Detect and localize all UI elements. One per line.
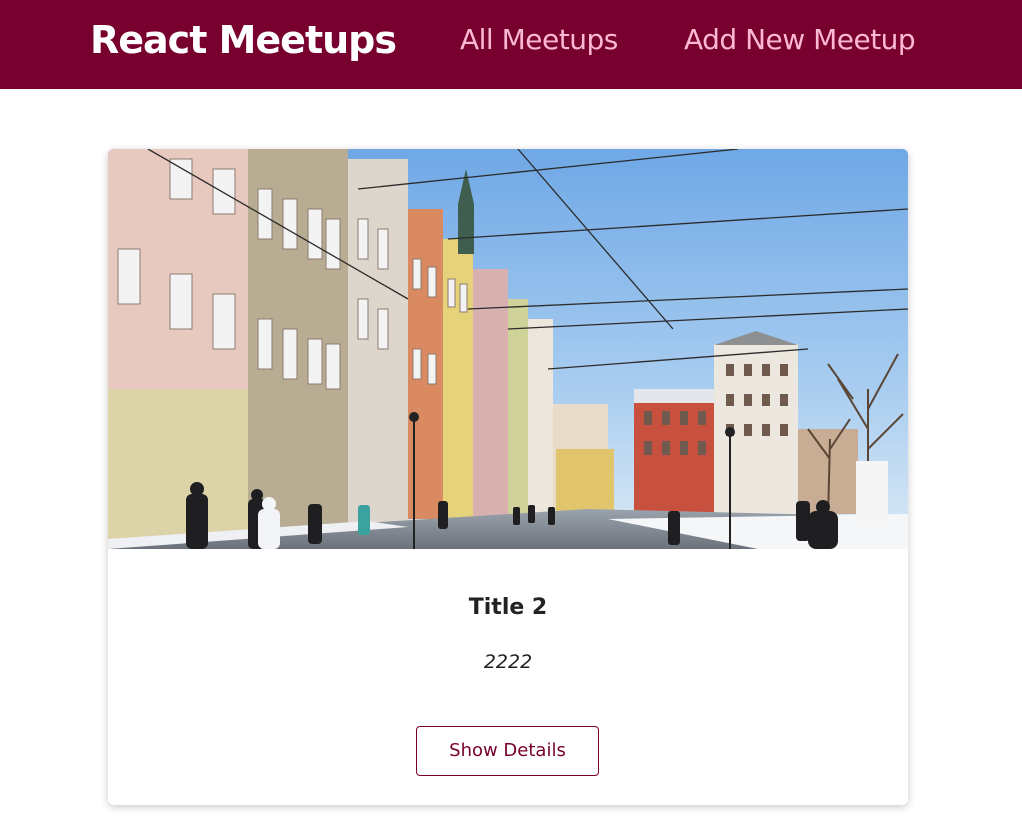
logo: React Meetups xyxy=(90,18,397,62)
meetup-title: Title 2 xyxy=(468,595,548,620)
show-details-button[interactable]: Show Details xyxy=(416,726,599,776)
meetup-address: 2222 xyxy=(483,651,533,673)
main-header: React Meetups All Meetups Add New Meetup xyxy=(0,0,1022,89)
meetup-image xyxy=(108,149,908,549)
meetup-card: Title 2 2222 Show Details xyxy=(108,149,908,805)
nav-link-add-new-meetup[interactable]: Add New Meetup xyxy=(684,20,916,60)
nav-link-all-meetups[interactable]: All Meetups xyxy=(460,20,618,60)
